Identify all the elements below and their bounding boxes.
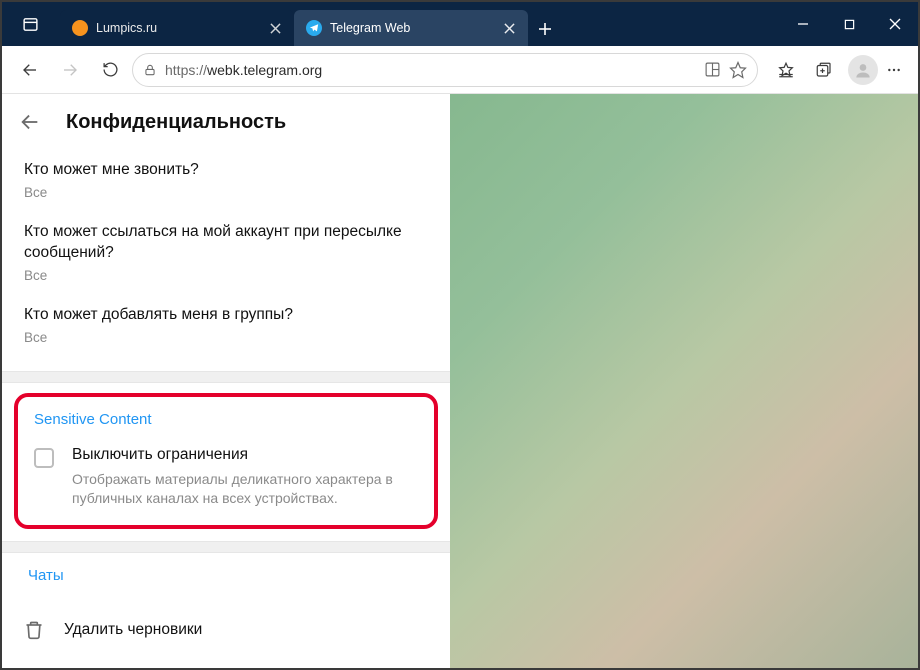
profile-avatar[interactable] [848,55,878,85]
nav-back-button[interactable] [12,52,48,88]
tab-strip: Lumpics.ru Telegram Web [54,2,780,46]
delete-drafts-option[interactable]: Удалить черновики [2,610,450,656]
option-value: Все [24,268,428,283]
url-scheme: https:// [165,62,207,78]
tab-actions-button[interactable] [14,8,46,40]
privacy-option-calls[interactable]: Кто может мне звонить? Все [24,150,428,212]
refresh-button[interactable] [92,52,128,88]
new-tab-button[interactable] [528,12,562,46]
tab-lumpics[interactable]: Lumpics.ru [60,10,294,46]
window-titlebar: Lumpics.ru Telegram Web [2,2,918,46]
option-description: Отображать материалы деликатного характе… [72,470,422,508]
option-value: Все [24,330,428,345]
collections-button[interactable] [806,52,842,88]
option-question: Кто может ссылаться на мой аккаунт при п… [24,222,428,264]
option-question: Кто может добавлять меня в группы? [24,305,428,326]
url-host: webk.telegram.org [207,62,322,78]
tab-telegram[interactable]: Telegram Web [294,10,528,46]
lock-icon [143,63,157,77]
section-divider [2,371,450,383]
page-content: Конфиденциальность Кто может мне звонить… [2,94,918,668]
tab-label: Telegram Web [330,21,492,35]
settings-header: Конфиденциальность [2,94,450,150]
maximize-button[interactable] [826,2,872,46]
chats-section: Чаты [2,553,450,610]
browser-toolbar: https://webk.telegram.org [2,46,918,94]
option-label: Удалить черновики [64,621,202,639]
app-install-icon[interactable] [704,61,721,78]
settings-sidebar: Конфиденциальность Кто может мне звонить… [2,94,450,668]
disable-filtering-option[interactable]: Выключить ограничения Отображать материа… [30,446,422,508]
sensitive-content-section: Sensitive Content Выключить ограничения … [14,393,438,530]
privacy-option-groups[interactable]: Кто может добавлять меня в группы? Все [24,295,428,357]
section-divider [2,541,450,553]
option-label: Выключить ограничения [72,446,422,464]
close-tab-icon[interactable] [500,19,518,37]
close-tab-icon[interactable] [266,19,284,37]
address-bar[interactable]: https://webk.telegram.org [132,53,758,87]
url-text: https://webk.telegram.org [165,62,696,78]
favorites-button[interactable] [768,52,804,88]
privacy-options: Кто может мне звонить? Все Кто может ссы… [2,150,450,371]
favicon-lumpics [72,20,88,36]
back-button[interactable] [16,108,44,136]
section-title: Sensitive Content [30,411,422,428]
window-controls [780,2,918,46]
favorite-icon[interactable] [729,61,747,79]
tab-label: Lumpics.ru [96,21,258,35]
minimize-button[interactable] [780,2,826,46]
option-question: Кто может мне звонить? [24,160,428,181]
chat-background [450,94,918,668]
section-title: Чаты [24,567,428,584]
nav-forward-button[interactable] [52,52,88,88]
page-title: Конфиденциальность [66,111,286,134]
privacy-option-forward[interactable]: Кто может ссылаться на мой аккаунт при п… [24,212,428,295]
close-window-button[interactable] [872,2,918,46]
option-value: Все [24,185,428,200]
more-button[interactable] [880,52,908,88]
trash-icon [24,620,44,640]
favicon-telegram [306,20,322,36]
checkbox-icon[interactable] [34,448,54,468]
